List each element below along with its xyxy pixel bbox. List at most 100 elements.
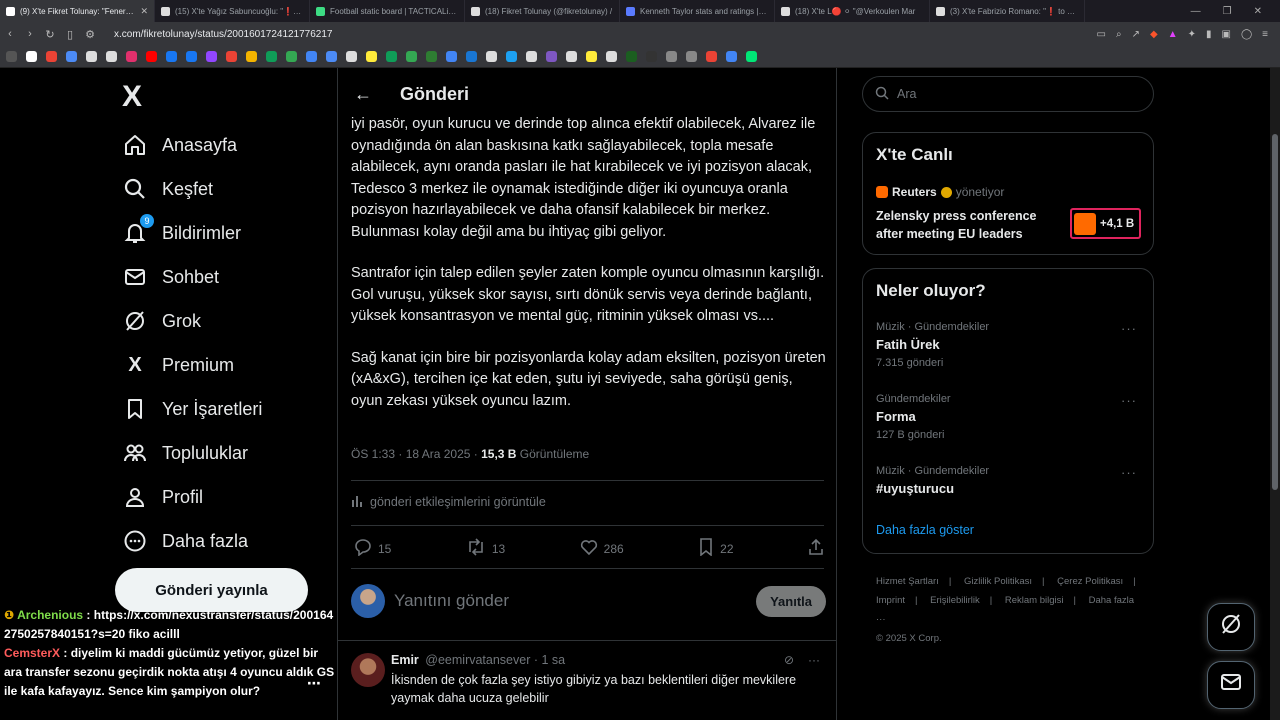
bookmark-icon[interactable]: [466, 51, 477, 62]
bookmark-icon[interactable]: [486, 51, 497, 62]
bookmark-icon[interactable]: [726, 51, 737, 62]
bookmark-icon[interactable]: [306, 51, 317, 62]
reply-author-handle[interactable]: @eemirvatansever: [425, 653, 530, 667]
nav-item-premium[interactable]: X Premium: [122, 352, 234, 378]
brave-shield-icon[interactable]: ◆: [1150, 29, 1158, 40]
bookmark-icon[interactable]: [206, 51, 217, 62]
x-logo-icon[interactable]: X: [122, 80, 142, 114]
browser-tab[interactable]: Kenneth Taylor stats and ratings | Sof: [620, 0, 775, 22]
extensions-icon[interactable]: ✦: [1188, 29, 1196, 40]
url-field[interactable]: x.com/fikretolunay/status/20016017241217…: [114, 29, 333, 40]
bookmark-icon[interactable]: [706, 51, 717, 62]
bookmark-action[interactable]: 22: [698, 538, 734, 559]
browser-tab[interactable]: (15) X'te Yağız Sabuncuoğlu: "❗ PSV: [155, 0, 310, 22]
bookmark-icon[interactable]: [646, 51, 657, 62]
bookmark-icon[interactable]: [46, 51, 57, 62]
bookmark-icon[interactable]: [106, 51, 117, 62]
live-source-name[interactable]: Reuters: [892, 185, 937, 199]
nav-item-home[interactable]: Anasayfa: [122, 132, 237, 158]
bookmark-icon[interactable]: [26, 51, 37, 62]
bookmark-icon[interactable]: [266, 51, 277, 62]
bookmark-page-icon[interactable]: ▯: [60, 28, 80, 41]
grok-fab-button[interactable]: [1207, 603, 1255, 651]
browser-tab[interactable]: (3) X'te Fabrizio Romano: "❗ to Barc: [930, 0, 1085, 22]
bookmark-icon[interactable]: [246, 51, 257, 62]
more-icon[interactable]: ···: [1121, 321, 1137, 336]
reply-author-name[interactable]: Emir: [391, 653, 419, 667]
maximize-icon[interactable]: ❐: [1223, 6, 1232, 17]
footer-link[interactable]: Hizmet Şartları: [876, 576, 939, 587]
bookmark-icon[interactable]: [346, 51, 357, 62]
nav-item-profile[interactable]: Profil: [122, 484, 203, 510]
bookmark-icon[interactable]: [186, 51, 197, 62]
avatar[interactable]: [351, 653, 385, 687]
nav-item-communities[interactable]: Topluluklar: [122, 440, 248, 466]
nav-item-more[interactable]: Daha fazla: [122, 528, 248, 554]
zoom-icon[interactable]: ⌕: [1116, 29, 1122, 40]
bookmark-icon[interactable]: [146, 51, 157, 62]
bookmark-icon[interactable]: [226, 51, 237, 62]
scrollbar-thumb[interactable]: [1272, 134, 1278, 490]
share-icon[interactable]: ↗: [1132, 29, 1140, 40]
live-listeners[interactable]: +4,1 B: [1070, 208, 1141, 239]
more-icon[interactable]: ···: [1121, 393, 1137, 408]
bookmark-icon[interactable]: [66, 51, 77, 62]
vpn-icon[interactable]: ◯: [1241, 29, 1252, 40]
browser-tab[interactable]: (9) X'te Fikret Tolunay: "Fenerbah ✕: [0, 0, 155, 22]
browser-tab[interactable]: (18) X'te L🔴 ⚪ "@Verkoulen Mar: [775, 0, 930, 22]
back-arrow-icon[interactable]: ‹: [0, 28, 20, 40]
reload-icon[interactable]: ↻: [40, 28, 60, 41]
chat-more-icon[interactable]: ⋯: [307, 674, 321, 693]
reply-input[interactable]: Yanıtını gönder: [394, 591, 509, 611]
cast-icon[interactable]: ▭: [1097, 29, 1106, 40]
bookmark-icon[interactable]: [526, 51, 537, 62]
apps-icon[interactable]: [6, 51, 17, 62]
show-more-link[interactable]: Daha fazla göster: [876, 523, 974, 537]
bookmark-icon[interactable]: [326, 51, 337, 62]
more-icon[interactable]: ···: [1121, 465, 1137, 480]
sidebar-icon[interactable]: ▮: [1206, 29, 1212, 40]
grok-icon[interactable]: ⊘: [784, 653, 794, 667]
bookmark-icon[interactable]: [126, 51, 137, 62]
footer-link[interactable]: Reklam bilgisi: [1005, 595, 1064, 606]
nav-item-messages[interactable]: Sohbet: [122, 264, 219, 290]
bookmark-icon[interactable]: [406, 51, 417, 62]
messages-fab-button[interactable]: [1207, 661, 1255, 709]
reply-time[interactable]: · 1 sa: [534, 653, 565, 667]
rewards-icon[interactable]: ▲: [1168, 29, 1178, 40]
nav-item-grok[interactable]: Grok: [122, 308, 201, 334]
more-icon[interactable]: ···: [808, 653, 820, 667]
share-action[interactable]: [808, 538, 824, 559]
trend-item[interactable]: Müzik · Gündemdekiler #uyuşturucu ···: [876, 465, 1141, 496]
bookmark-icon[interactable]: [586, 51, 597, 62]
back-arrow-icon[interactable]: ←: [354, 84, 372, 105]
nav-item-explore[interactable]: Keşfet: [122, 176, 213, 202]
bookmark-icon[interactable]: [166, 51, 177, 62]
close-tab-icon[interactable]: ✕: [140, 6, 148, 17]
site-info-icon[interactable]: ⚙: [80, 28, 100, 41]
page-scrollbar[interactable]: [1270, 68, 1280, 720]
bookmark-icon[interactable]: [426, 51, 437, 62]
live-headline[interactable]: Zelensky press conference after meeting …: [876, 207, 1056, 243]
footer-link[interactable]: Erişilebilirlik: [930, 595, 980, 606]
folder-icon[interactable]: [666, 51, 677, 62]
nav-item-bookmarks[interactable]: Yer İşaretleri: [122, 396, 262, 422]
close-window-icon[interactable]: ✕: [1254, 6, 1262, 17]
link-icon[interactable]: [686, 51, 697, 62]
menu-icon[interactable]: ≡: [1262, 29, 1268, 40]
post-time[interactable]: ÖS 1:33 · 18 Ara 2025 ·: [351, 447, 478, 461]
repost-action[interactable]: 13: [466, 538, 505, 559]
bookmark-icon[interactable]: [626, 51, 637, 62]
footer-link[interactable]: Çerez Politikası: [1057, 576, 1123, 587]
wallet-icon[interactable]: ▣: [1222, 29, 1231, 40]
minimize-icon[interactable]: —: [1191, 6, 1201, 17]
avatar[interactable]: [351, 584, 385, 618]
search-input[interactable]: Ara: [862, 76, 1154, 112]
forward-arrow-icon[interactable]: ›: [20, 28, 40, 40]
like-action[interactable]: 286: [580, 538, 624, 559]
bookmark-icon[interactable]: [366, 51, 377, 62]
bookmark-icon[interactable]: [546, 51, 557, 62]
bookmark-icon[interactable]: [746, 51, 757, 62]
bookmark-icon[interactable]: [446, 51, 457, 62]
browser-tab[interactable]: Football static board | TACTICALista: [310, 0, 465, 22]
